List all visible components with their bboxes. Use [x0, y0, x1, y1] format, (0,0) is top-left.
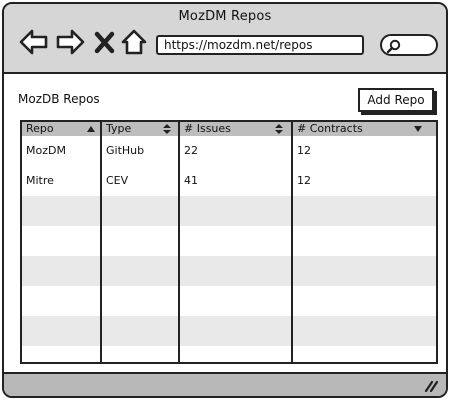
cell-type: CEV	[106, 174, 129, 187]
table-row[interactable]: Mitre CEV 41 12	[22, 166, 436, 196]
add-repo-button[interactable]: Add Repo	[358, 88, 434, 112]
cell-contracts: 12	[297, 174, 311, 187]
forward-arrow-icon[interactable]	[54, 26, 86, 58]
browser-window: MozDM Repos https://mozdm.net/repos MozD…	[2, 2, 448, 398]
cell-type: GitHub	[106, 144, 145, 157]
table-row[interactable]	[22, 316, 436, 346]
column-label: # Contracts	[297, 122, 363, 135]
page-title: MozDB Repos	[18, 92, 100, 106]
home-icon[interactable]	[120, 26, 148, 58]
column-header-repo[interactable]: Repo	[22, 122, 100, 136]
resize-grip-icon[interactable]	[424, 380, 438, 392]
column-label: # Issues	[184, 122, 231, 135]
column-divider[interactable]	[291, 122, 293, 362]
sort-descending-icon	[414, 126, 422, 132]
column-divider[interactable]	[178, 122, 180, 362]
cell-issues: 41	[184, 174, 198, 187]
page-content: MozDB Repos Add Repo Repo Type # Issues …	[4, 76, 446, 374]
table-row[interactable]: MozDM GitHub 22 12	[22, 136, 436, 166]
title-bar: MozDM Repos https://mozdm.net/repos	[4, 4, 446, 74]
search-field[interactable]	[380, 34, 438, 56]
cell-contracts: 12	[297, 144, 311, 157]
table-body: MozDM GitHub 22 12 Mitre CEV 41 12	[22, 136, 436, 362]
table-row[interactable]	[22, 256, 436, 286]
column-label: Repo	[26, 122, 54, 135]
status-bar	[4, 372, 446, 396]
sort-both-icon	[275, 124, 283, 134]
column-header-issues[interactable]: # Issues	[180, 122, 291, 136]
window-title: MozDM Repos	[178, 9, 272, 24]
close-x-icon[interactable]	[92, 26, 118, 58]
sort-ascending-icon	[87, 126, 95, 132]
table-row[interactable]	[22, 286, 436, 316]
table-row[interactable]	[22, 226, 436, 256]
cell-repo: Mitre	[26, 174, 54, 187]
table-row[interactable]	[22, 346, 436, 362]
back-arrow-icon[interactable]	[18, 26, 50, 58]
url-input[interactable]: https://mozdm.net/repos	[156, 35, 364, 55]
sort-both-icon	[163, 124, 171, 134]
column-header-type[interactable]: Type	[102, 122, 178, 136]
column-divider[interactable]	[100, 122, 102, 362]
cell-issues: 22	[184, 144, 198, 157]
repo-table: Repo Type # Issues # Contracts MozDM Git…	[20, 120, 438, 364]
table-row[interactable]	[22, 196, 436, 226]
table-header: Repo Type # Issues # Contracts	[22, 122, 436, 136]
search-icon	[386, 39, 401, 54]
cell-repo: MozDM	[26, 144, 66, 157]
column-header-contracts[interactable]: # Contracts	[293, 122, 436, 136]
column-label: Type	[106, 122, 132, 135]
